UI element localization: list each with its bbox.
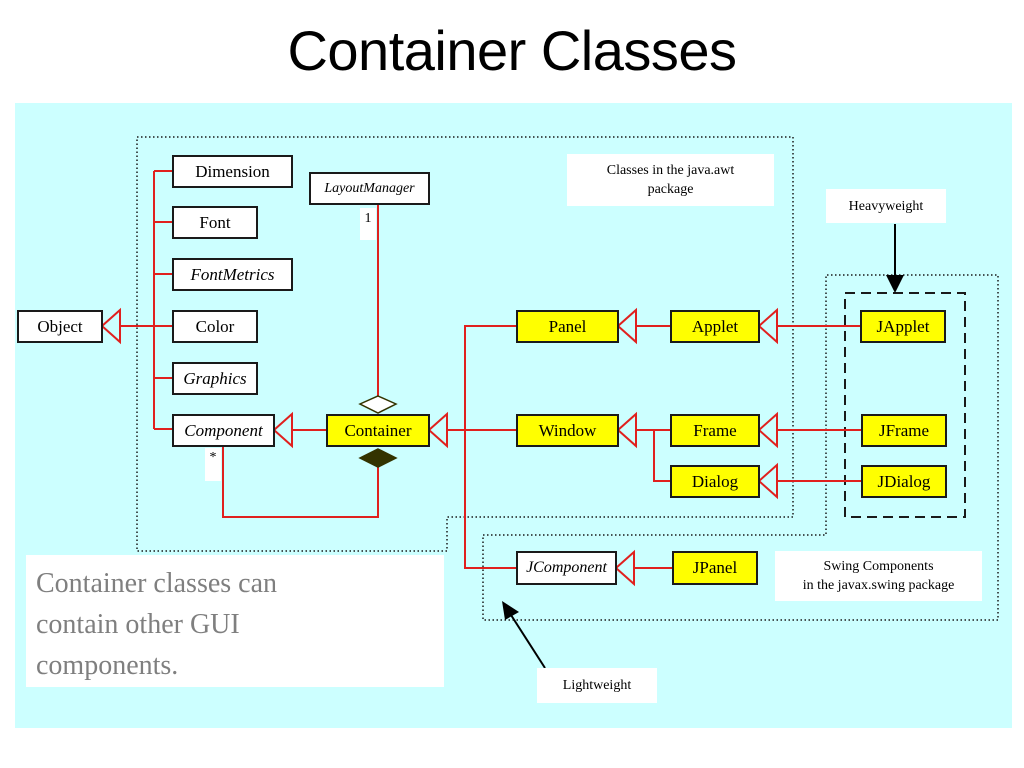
class-jframe: JFrame: [861, 414, 947, 447]
class-applet: Applet: [670, 310, 760, 343]
caption-line-2: contain other GUI: [36, 609, 240, 640]
class-dimension: Dimension: [172, 155, 293, 188]
note-awt-package-line-1: Classes in the java.awt: [606, 163, 735, 178]
component-composition-line: [222, 446, 379, 518]
caption-line-1: Container classes can: [36, 568, 278, 599]
class-font: Font: [172, 206, 258, 239]
class-container: Container: [326, 414, 430, 447]
lightweight-pointer-arrow: [502, 601, 519, 620]
class-color: Color: [172, 310, 258, 343]
class-panel: Panel: [516, 310, 619, 343]
note-awt-package: Classes in the java.awt package: [567, 154, 774, 206]
class-layout-manager: LayoutManager: [309, 172, 430, 205]
inherit-arrow-component: [272, 411, 293, 449]
multiplicity-layout-manager: 1: [360, 208, 376, 240]
inherit-arrow-applet: [757, 307, 778, 345]
class-jpanel: JPanel: [672, 551, 758, 585]
class-window: Window: [516, 414, 619, 447]
caption-text-box: Container classes can contain other GUI …: [26, 555, 444, 687]
class-jcomponent: JComponent: [516, 551, 617, 585]
note-swing-package-line-1: Swing Components: [823, 559, 934, 574]
note-swing-package-line-2: in the javax.swing package: [802, 578, 955, 593]
note-heavyweight: Heavyweight: [826, 189, 946, 223]
inherit-arrow-window: [616, 411, 637, 449]
caption-line-3: components.: [36, 650, 179, 681]
inherit-arrow-panel: [616, 307, 637, 345]
class-font-metrics: FontMetrics: [172, 258, 293, 291]
inherit-arrow-container: [427, 411, 448, 449]
inherit-arrow-object: [100, 307, 121, 345]
note-swing-package: Swing Components in the javax.swing pack…: [775, 551, 982, 601]
inherit-arrow-dialog: [757, 462, 778, 500]
note-awt-package-line-2: package: [647, 182, 694, 197]
class-graphics: Graphics: [172, 362, 258, 395]
inherit-arrow-frame: [757, 411, 778, 449]
class-japplet: JApplet: [860, 310, 946, 343]
class-dialog: Dialog: [670, 465, 760, 498]
class-frame: Frame: [670, 414, 760, 447]
heavyweight-pointer-arrow: [886, 275, 904, 293]
composition-diamond: [358, 448, 398, 468]
aggregation-diamond: [358, 395, 398, 414]
class-component: Component: [172, 414, 275, 447]
note-lightweight: Lightweight: [537, 668, 657, 703]
class-object: Object: [17, 310, 103, 343]
class-jdialog: JDialog: [861, 465, 947, 498]
inherit-arrow-jcomponent: [614, 549, 635, 587]
multiplicity-component: *: [205, 448, 221, 481]
